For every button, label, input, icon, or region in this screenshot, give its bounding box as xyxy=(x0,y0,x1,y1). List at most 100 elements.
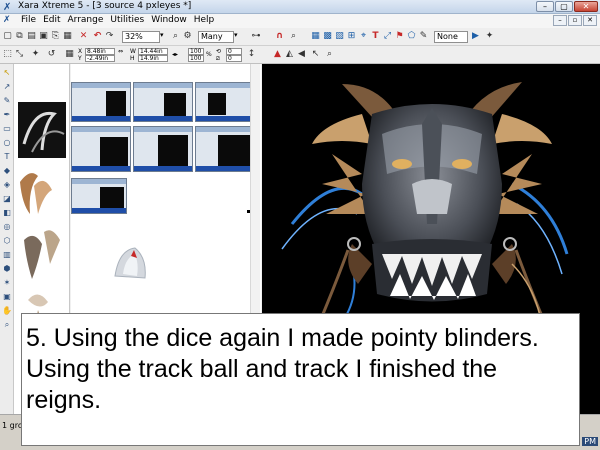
flag-icon[interactable]: ⚑ xyxy=(394,31,405,42)
mould-icon[interactable]: ▥ xyxy=(2,250,12,260)
zoom-icon[interactable]: ⌕ xyxy=(170,31,181,42)
copy-icon[interactable]: ⧉ xyxy=(14,31,25,42)
none-field[interactable]: None xyxy=(434,31,468,43)
position-icon[interactable]: ▦ xyxy=(64,49,75,60)
play-icon[interactable]: ▶ xyxy=(470,31,481,42)
zoom-tool-icon[interactable]: ⌕ xyxy=(324,49,335,60)
stepper-icon[interactable]: ◂▸ xyxy=(172,51,178,58)
h-field[interactable]: 14.9in xyxy=(138,55,168,62)
thumbnail[interactable] xyxy=(195,82,255,122)
thumbnail[interactable] xyxy=(195,126,255,172)
caption-text: 5. Using the dice again I made pointy bl… xyxy=(26,324,539,414)
photo-icon[interactable]: ▣ xyxy=(2,292,12,302)
angle-field[interactable]: 0 xyxy=(226,48,242,55)
arrow-tool-icon[interactable]: ↖ xyxy=(310,49,321,60)
blend-icon[interactable]: ⬡ xyxy=(2,236,12,246)
triangle-icon[interactable]: ◭ xyxy=(284,49,295,60)
zoom-field[interactable]: 32% xyxy=(122,31,160,43)
rotate-icon[interactable]: ↺ xyxy=(46,49,57,60)
zoom-tool-icon[interactable]: ⌕ xyxy=(2,320,12,330)
select-mode-icon[interactable]: ⬚ xyxy=(2,49,13,60)
close-button[interactable]: ✕ xyxy=(574,1,598,12)
menu-window[interactable]: Window xyxy=(151,15,187,25)
blinder-shape[interactable] xyxy=(111,244,151,284)
quality-icon[interactable]: ⚙ xyxy=(182,31,193,42)
y-label: Y xyxy=(78,55,82,62)
flip-icon[interactable]: ✦ xyxy=(30,49,41,60)
text-icon[interactable]: T xyxy=(370,31,381,42)
scale-h-field[interactable]: 100 xyxy=(188,55,204,62)
menu-utilities[interactable]: Utilities xyxy=(110,15,144,25)
document-icon[interactable]: ✗ xyxy=(3,16,12,25)
redo-icon[interactable]: ↷ xyxy=(104,31,115,42)
skew-field[interactable]: 0 xyxy=(226,55,242,62)
delete-icon[interactable]: ✕ xyxy=(78,31,89,42)
rotate-mode-icon[interactable]: ⤡ xyxy=(14,49,25,60)
export-icon[interactable]: ⎘ xyxy=(50,31,61,42)
magnet-icon[interactable]: ∩ xyxy=(274,31,285,42)
w-label: W xyxy=(130,48,136,55)
ruler-icon[interactable]: ⊶ xyxy=(246,31,266,42)
import-icon[interactable]: ▦ xyxy=(62,31,73,42)
menu-help[interactable]: Help xyxy=(194,15,215,25)
vertical-scrollbar[interactable] xyxy=(250,64,260,314)
grid-icon[interactable]: ▦ xyxy=(310,31,321,42)
info-bar: ⬚ ⤡ ✦ ↺ ▦ X 8.48in Y -2.49in ⇔ W 14.44in… xyxy=(0,46,600,64)
transform-icon[interactable]: ⊞ xyxy=(346,31,357,42)
menu-arrange[interactable]: Arrange xyxy=(68,15,104,25)
text-tool-icon[interactable]: T xyxy=(2,152,12,162)
live-effects-icon[interactable]: ✶ xyxy=(2,278,12,288)
bevel-icon[interactable]: ◧ xyxy=(2,208,12,218)
align-icon[interactable]: ▧ xyxy=(334,31,345,42)
quality-dropdown-icon[interactable]: ▾ xyxy=(234,31,238,39)
bring-front-icon[interactable]: ▲ xyxy=(272,49,283,60)
contour-icon[interactable]: ◎ xyxy=(2,222,12,232)
more-icon[interactable]: ✦ xyxy=(484,31,495,42)
send-back-icon[interactable]: ◀ xyxy=(296,49,307,60)
selector-icon[interactable]: ↖ xyxy=(2,68,12,78)
thumbnail[interactable] xyxy=(71,82,131,122)
x-field[interactable]: 8.48in xyxy=(85,48,115,55)
doc-restore-button[interactable]: ▫ xyxy=(568,15,582,26)
save-icon[interactable]: ▣ xyxy=(38,31,49,42)
stepper-icon[interactable]: ↕ xyxy=(246,49,257,60)
thumbnail[interactable] xyxy=(133,82,193,122)
freehand-icon[interactable]: ✎ xyxy=(2,96,12,106)
node-icon[interactable]: ⌖ xyxy=(358,31,369,42)
rectangle-icon[interactable]: ▭ xyxy=(2,124,12,134)
menu-edit[interactable]: Edit xyxy=(43,15,60,25)
thumbnail[interactable] xyxy=(71,178,127,214)
thumbnail[interactable] xyxy=(71,126,131,172)
minimize-button[interactable]: – xyxy=(536,1,554,12)
clock: PM xyxy=(582,437,598,446)
shadow-icon[interactable]: ◪ xyxy=(2,194,12,204)
open-icon[interactable]: ▤ xyxy=(26,31,37,42)
push-tool-icon[interactable]: ✋ xyxy=(2,306,12,316)
shape-icon[interactable]: ⬠ xyxy=(406,31,417,42)
fill-icon[interactable]: ◆ xyxy=(2,166,12,176)
subselect-icon[interactable]: ↗ xyxy=(2,82,12,92)
menu-bar: ✗ File Edit Arrange Utilities Window Hel… xyxy=(0,14,600,28)
thumbnail[interactable] xyxy=(133,126,193,172)
w-field[interactable]: 14.44in xyxy=(138,48,168,55)
scale-w-field[interactable]: 100 xyxy=(188,48,204,55)
angle-icon: ⟲ xyxy=(216,48,222,55)
maximize-button[interactable]: ▢ xyxy=(555,1,573,12)
lock-icon[interactable]: ⇔ xyxy=(118,48,123,55)
doc-minimize-button[interactable]: – xyxy=(553,15,567,26)
doc-close-button[interactable]: ✕ xyxy=(583,15,597,26)
push-icon[interactable]: ⌕ xyxy=(288,31,299,42)
new-icon[interactable]: ▢ xyxy=(2,31,13,42)
quality-field[interactable]: Many xyxy=(198,31,234,43)
extrude-icon[interactable]: ⬢ xyxy=(2,264,12,274)
pen-icon[interactable]: ✒ xyxy=(2,110,12,120)
ellipse-icon[interactable]: ○ xyxy=(2,138,12,148)
snap-icon[interactable]: ▩ xyxy=(322,31,333,42)
y-field[interactable]: -2.49in xyxy=(85,55,115,62)
menu-file[interactable]: File xyxy=(21,15,36,25)
zoom-dropdown-icon[interactable]: ▾ xyxy=(160,31,164,39)
transparency-icon[interactable]: ◈ xyxy=(2,180,12,190)
undo-icon[interactable]: ↶ xyxy=(92,31,103,42)
connector-icon[interactable]: ⤢ xyxy=(382,31,393,42)
brush-icon[interactable]: ✎ xyxy=(418,31,429,42)
